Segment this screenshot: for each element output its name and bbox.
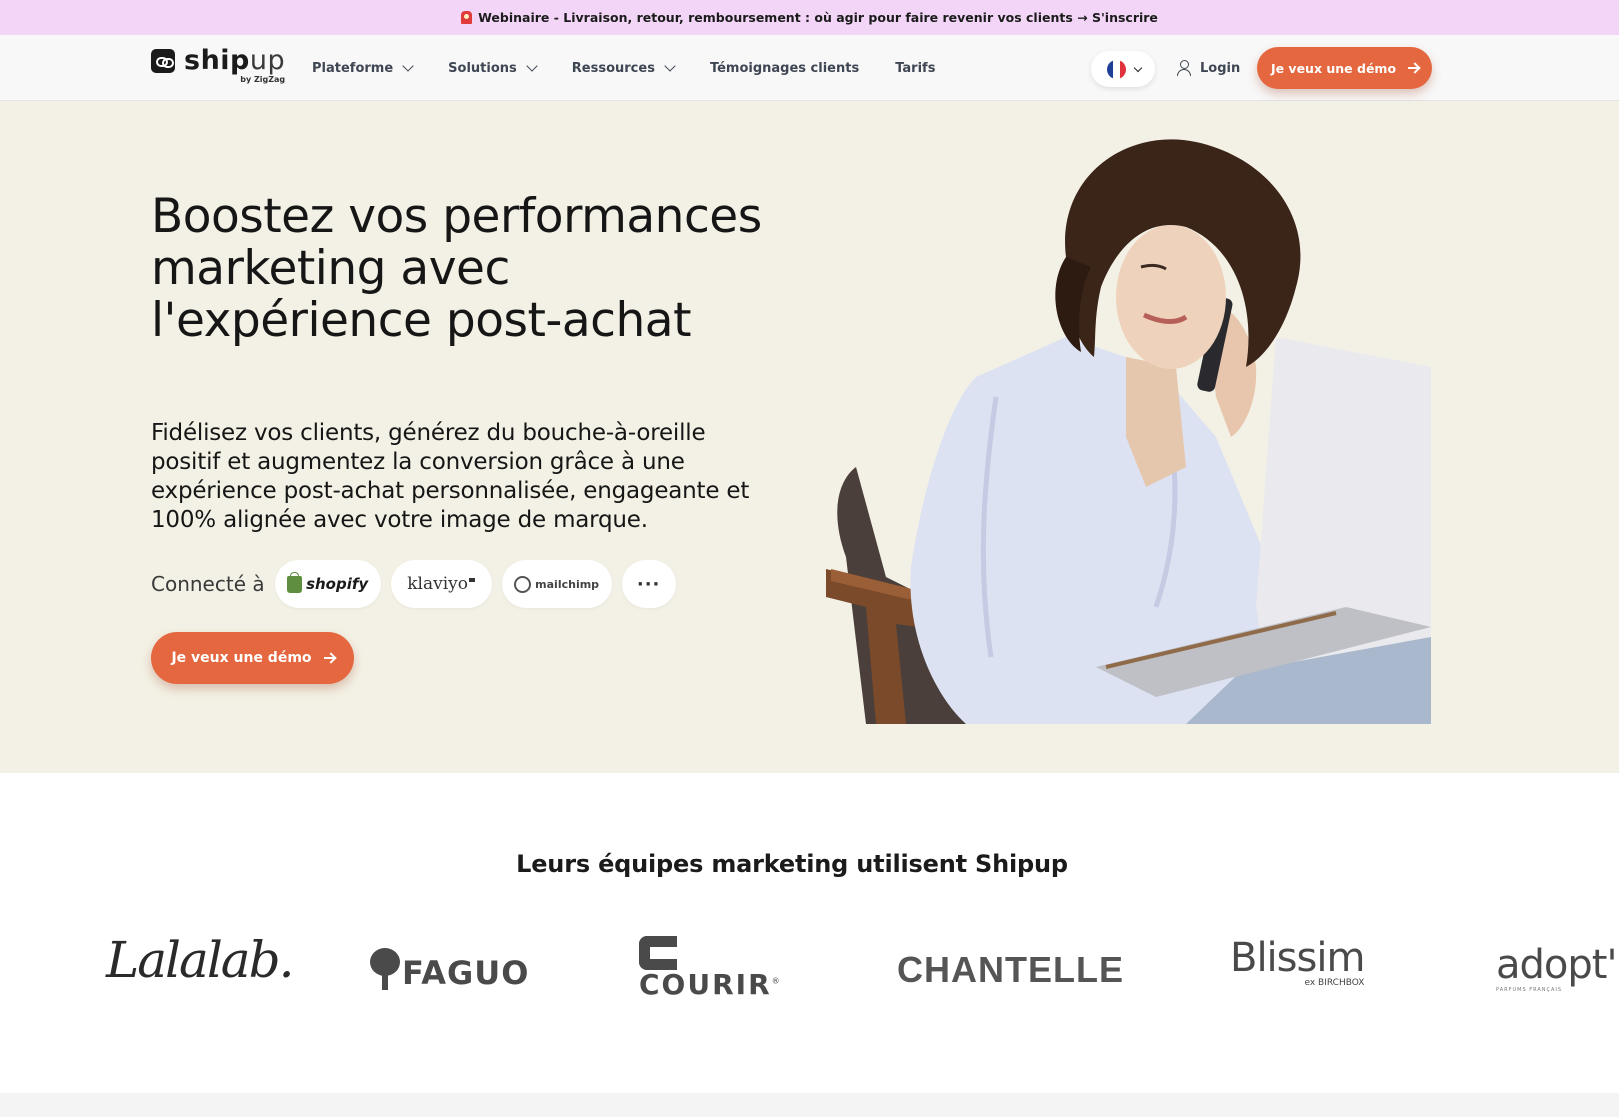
- hero-title: Boostez vos performances marketing avec …: [151, 189, 762, 348]
- main-menu: Plateforme Solutions Ressources Témoigna…: [312, 35, 971, 101]
- lalalab-logo: Lalalab.: [106, 931, 295, 989]
- logo-word-bold: ship: [184, 45, 250, 76]
- mailchimp-logo: mailchimp: [535, 577, 600, 591]
- shopify-logo: shopify: [306, 575, 369, 593]
- chevron-down-icon: [664, 59, 676, 72]
- chevron-down-icon: [402, 59, 414, 72]
- france-flag-icon: [1107, 59, 1126, 79]
- adopt-logo: adopt' PARFUMS FRANÇAIS: [1496, 942, 1617, 993]
- demo-button-hero[interactable]: Je veux une démo: [151, 632, 354, 684]
- next-section-edge: [0, 1093, 1619, 1117]
- shipup-logo[interactable]: shipup by ZigZag: [151, 47, 285, 84]
- courir-c-icon: [639, 936, 677, 970]
- announcement-banner[interactable]: Webinaire - Livraison, retour, rembourse…: [0, 0, 1619, 35]
- menu-item-plateforme[interactable]: Plateforme: [312, 59, 414, 76]
- faguo-logo: FAGUO: [370, 948, 529, 992]
- user-icon: [1177, 60, 1192, 76]
- klaviyo-flag-icon: [469, 577, 475, 582]
- mailchimp-integration[interactable]: mailchimp: [501, 560, 612, 608]
- logo-word-light: up: [249, 45, 286, 76]
- logo-subtitle: by ZigZag: [240, 75, 286, 84]
- top-navigation: shipup by ZigZag Plateforme Solutions Re…: [0, 35, 1619, 101]
- menu-item-ressources[interactable]: Ressources: [572, 59, 676, 76]
- menu-item-temoignages[interactable]: Témoignages clients: [710, 61, 859, 76]
- clients-section: Leurs équipes marketing utilisent Shipup…: [0, 773, 1619, 1093]
- more-icon: ···: [636, 573, 661, 595]
- hero-subtitle: Fidélisez vos clients, générez du bouche…: [151, 420, 750, 533]
- shipup-logo-icon: [151, 49, 175, 73]
- chevron-down-icon: [526, 59, 538, 72]
- integrations-row: Connecté à shopify klaviyo mailchimp ···: [151, 560, 686, 608]
- arrow-right-icon: [323, 657, 334, 659]
- courir-logo: COURIR®: [639, 936, 782, 1001]
- menu-item-solutions[interactable]: Solutions: [448, 59, 538, 76]
- blissim-logo: Blissim ex BIRCHBOX: [1230, 935, 1365, 988]
- chantelle-logo: CHANTELLE: [897, 949, 1124, 990]
- hero-photo-woman-phone-laptop: [826, 139, 1431, 724]
- mailchimp-icon: [514, 575, 532, 593]
- chevron-down-icon: [1133, 63, 1143, 72]
- connect-label: Connecté à: [151, 572, 265, 596]
- shopify-bag-icon: [287, 571, 303, 593]
- tree-icon: [370, 948, 400, 992]
- menu-item-tarifs[interactable]: Tarifs: [895, 61, 935, 76]
- klaviyo-integration[interactable]: klaviyo: [390, 560, 492, 608]
- siren-icon: [461, 11, 473, 24]
- banner-text[interactable]: Webinaire - Livraison, retour, rembourse…: [478, 10, 1158, 25]
- klaviyo-logo: klaviyo: [407, 574, 468, 594]
- hero-section: Boostez vos performances marketing avec …: [0, 101, 1619, 773]
- language-selector[interactable]: [1091, 51, 1155, 87]
- more-integrations-button[interactable]: ···: [621, 560, 676, 608]
- login-link[interactable]: Login: [1177, 35, 1240, 101]
- demo-button-nav[interactable]: Je veux une démo: [1257, 47, 1432, 89]
- clients-title: Leurs équipes marketing utilisent Shipup: [516, 850, 1068, 878]
- arrow-right-icon: [1408, 67, 1419, 69]
- shopify-integration[interactable]: shopify: [274, 560, 381, 608]
